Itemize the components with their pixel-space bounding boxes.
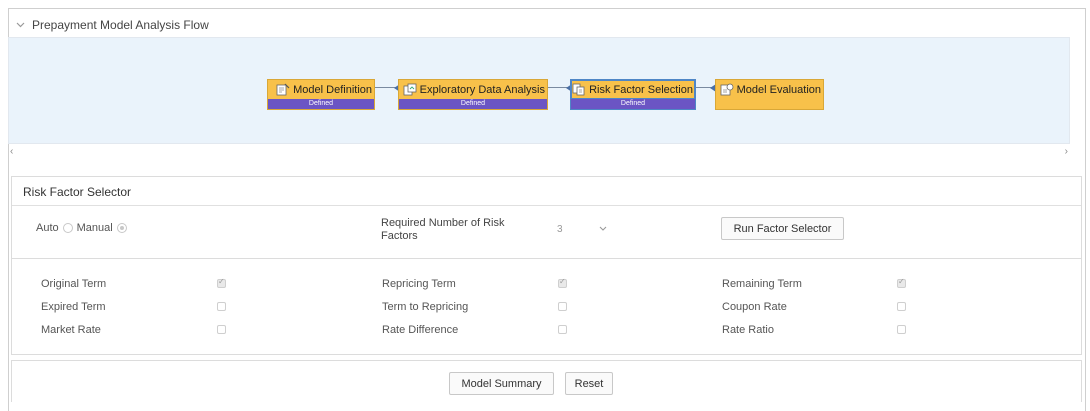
node-status-badge: Defined bbox=[268, 99, 374, 109]
factor-label: Remaining Term bbox=[722, 278, 802, 290]
action-bar: Model Summary Reset bbox=[11, 360, 1082, 402]
manual-label: Manual bbox=[76, 222, 113, 234]
factor-icon bbox=[571, 83, 587, 97]
scroll-right-icon[interactable]: › bbox=[1065, 146, 1068, 157]
factor-label: Expired Term bbox=[41, 301, 106, 313]
factor-label: Original Term bbox=[41, 278, 107, 290]
factor-checkbox-expired-term[interactable] bbox=[217, 302, 226, 311]
factor-checkbox-grid: Original Term Repricing Term Remaining T… bbox=[11, 258, 1082, 355]
reset-button[interactable]: Reset bbox=[565, 372, 613, 395]
flow-title: Prepayment Model Analysis Flow bbox=[32, 18, 209, 32]
factor-checkbox-market-rate[interactable] bbox=[217, 325, 226, 334]
model-summary-button[interactable]: Model Summary bbox=[449, 372, 554, 395]
analysis-icon bbox=[402, 83, 418, 97]
node-status-badge: Defined bbox=[399, 99, 547, 109]
factor-label: Term to Repricing bbox=[382, 301, 469, 313]
risk-factor-selector-panel: Risk Factor Selector Auto Manual Require… bbox=[11, 176, 1082, 258]
chevron-down-icon[interactable] bbox=[16, 20, 28, 31]
factor-checkbox-original-term[interactable] bbox=[217, 277, 226, 288]
dropdown-value: 3 bbox=[557, 224, 563, 235]
flow-node-model-evaluation[interactable]: Model Evaluation bbox=[715, 79, 824, 110]
flow-header[interactable]: Prepayment Model Analysis Flow bbox=[16, 18, 209, 32]
factor-checkbox-rate-difference[interactable] bbox=[558, 325, 567, 334]
auto-radio[interactable] bbox=[62, 223, 73, 233]
required-factors-label: Required Number of Risk Factors bbox=[381, 217, 505, 242]
factor-checkbox-coupon-rate[interactable] bbox=[897, 302, 906, 311]
node-label: Exploratory Data Analysis bbox=[419, 83, 545, 96]
node-status-badge: Defined bbox=[571, 99, 695, 109]
node-label: Model Evaluation bbox=[736, 83, 821, 96]
required-factors-dropdown[interactable]: 3 bbox=[557, 224, 607, 235]
chevron-down-icon[interactable] bbox=[599, 224, 607, 235]
factor-checkbox-term-to-repricing[interactable] bbox=[558, 302, 567, 311]
flow-node-exploratory-data-analysis[interactable]: Exploratory Data Analysis Defined bbox=[398, 79, 548, 110]
divider bbox=[12, 205, 1081, 206]
flow-node-model-definition[interactable]: Model Definition Defined bbox=[267, 79, 375, 110]
evaluation-icon bbox=[719, 83, 735, 97]
factor-checkbox-rate-ratio[interactable] bbox=[897, 325, 906, 334]
factor-label: Rate Difference bbox=[382, 324, 459, 336]
factor-label: Market Rate bbox=[41, 324, 101, 336]
node-label: Risk Factor Selection bbox=[589, 83, 693, 96]
scroll-left-icon[interactable]: ‹ bbox=[10, 146, 13, 157]
auto-label: Auto bbox=[36, 222, 59, 234]
flow-node-risk-factor-selection[interactable]: Risk Factor Selection Defined bbox=[570, 79, 696, 110]
factor-checkbox-repricing-term[interactable] bbox=[558, 277, 567, 288]
run-factor-selector-button[interactable]: Run Factor Selector bbox=[721, 217, 844, 240]
factor-label: Repricing Term bbox=[382, 278, 456, 290]
canvas-scrollbar[interactable]: ‹ › bbox=[8, 146, 1070, 158]
mode-radio-group: Auto Manual bbox=[36, 222, 127, 234]
panel-title: Risk Factor Selector bbox=[23, 185, 132, 199]
factor-label: Coupon Rate bbox=[722, 301, 787, 313]
document-edit-icon bbox=[275, 83, 291, 97]
factor-checkbox-remaining-term[interactable] bbox=[897, 277, 906, 288]
manual-radio[interactable] bbox=[116, 223, 127, 233]
node-label: Model Definition bbox=[293, 83, 372, 96]
flow-canvas: Model Definition Defined Exploratory Dat… bbox=[8, 37, 1070, 144]
factor-label: Rate Ratio bbox=[722, 324, 774, 336]
